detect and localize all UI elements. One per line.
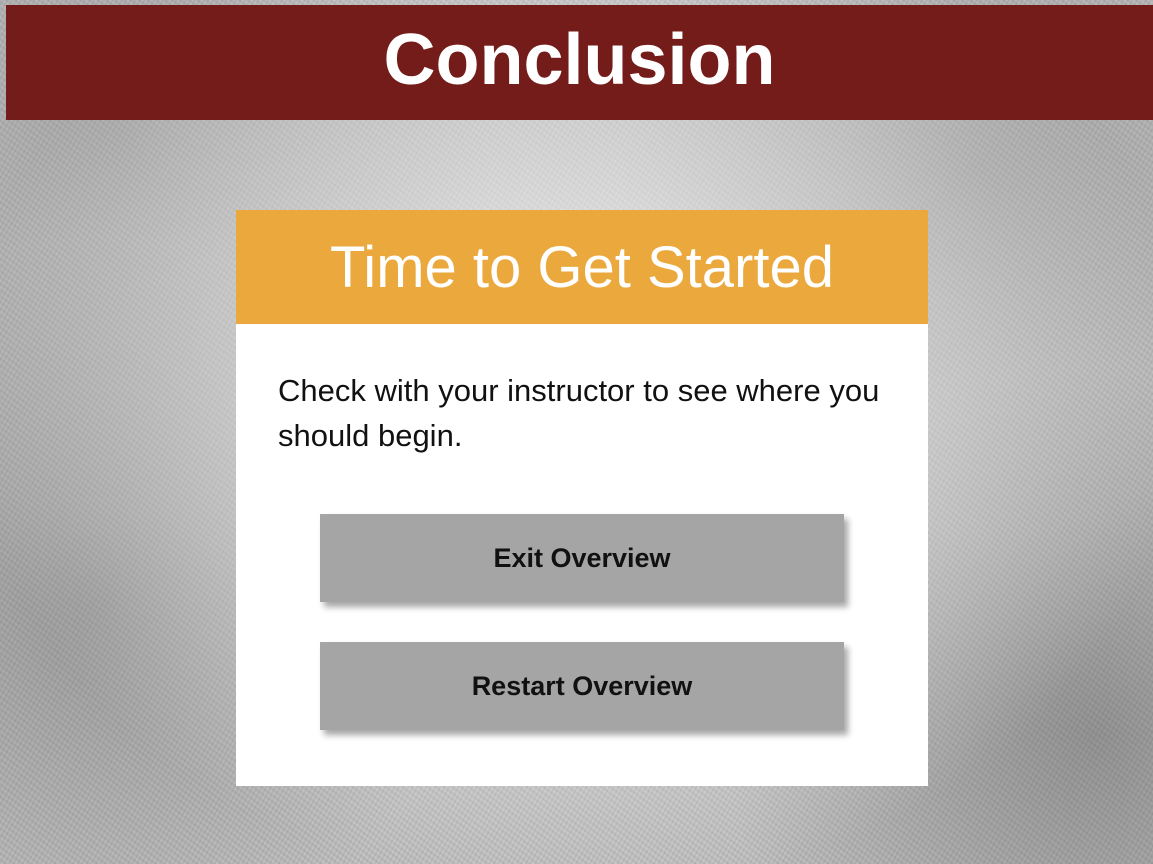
panel-header: Time to Get Started (236, 210, 928, 324)
content-panel: Time to Get Started Check with your inst… (236, 210, 928, 786)
slide: Conclusion Time to Get Started Check wit… (0, 0, 1153, 864)
exit-overview-button[interactable]: Exit Overview (320, 514, 844, 602)
header-bar: Conclusion (6, 5, 1153, 120)
exit-overview-label: Exit Overview (493, 542, 671, 573)
page-title: Conclusion (383, 19, 776, 100)
restart-overview-button[interactable]: Restart Overview (320, 642, 844, 730)
panel-body-text: Check with your instructor to see where … (278, 373, 880, 453)
restart-overview-label: Restart Overview (471, 670, 693, 701)
panel-title: Time to Get Started (330, 234, 834, 300)
